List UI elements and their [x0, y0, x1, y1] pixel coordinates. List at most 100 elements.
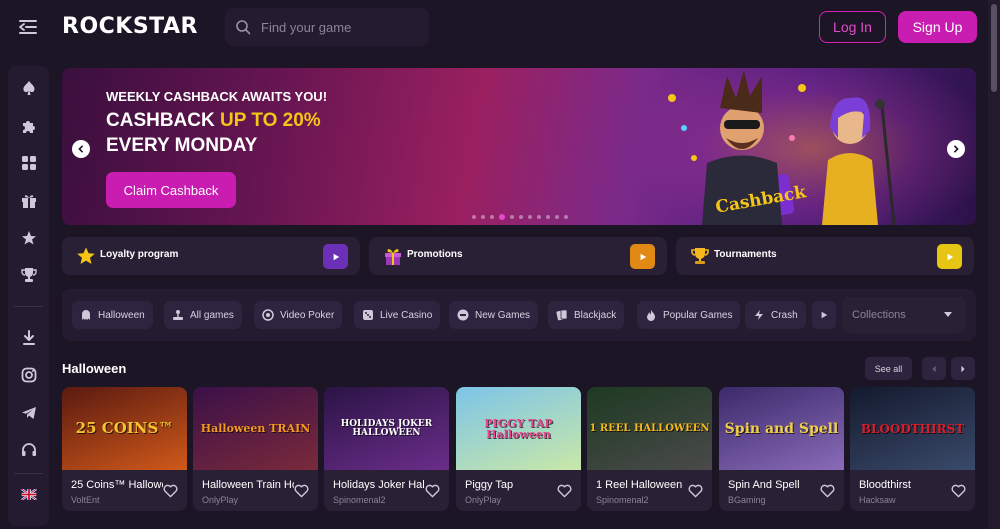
star-icon	[77, 247, 95, 264]
scrollbar-thumb[interactable]	[991, 4, 997, 92]
favorite-heart-icon[interactable]	[820, 484, 835, 498]
trophy-icon[interactable]	[20, 266, 38, 284]
search-box[interactable]	[225, 8, 429, 46]
chevron-left-icon	[78, 145, 84, 153]
game-thumbnail[interactable]: 1 REEL HALLOWEEN	[587, 387, 712, 470]
pagination-dot[interactable]	[490, 215, 494, 219]
grid-icon[interactable]	[20, 154, 38, 172]
game-thumbnail[interactable]: Halloween TRAIN	[193, 387, 318, 470]
hero-banner[interactable]: Cashback WEEKLY CASHBACK AWAITS YOU! CAS…	[62, 68, 976, 225]
sidebar	[8, 66, 49, 526]
category-live-casino[interactable]: Live Casino	[354, 301, 441, 329]
pagination-dot[interactable]	[537, 215, 541, 219]
category-label: Blackjack	[574, 309, 617, 321]
category-label: Crash	[771, 309, 798, 321]
game-card[interactable]: HOLIDAYS JOKER HALLOWEEN Holidays Joker H…	[324, 387, 449, 511]
category-halloween[interactable]: Halloween	[72, 301, 153, 329]
pagination-dot[interactable]	[481, 215, 485, 219]
category-new-games[interactable]: New Games	[449, 301, 539, 329]
category-popular-games[interactable]: Popular Games	[637, 301, 741, 329]
categories-next-button[interactable]	[812, 301, 836, 329]
gift-icon[interactable]	[20, 192, 38, 210]
favorite-heart-icon[interactable]	[951, 484, 966, 498]
star-icon[interactable]	[20, 229, 38, 247]
game-thumbnail[interactable]: PIGGY TAP Halloween	[456, 387, 581, 470]
favorite-heart-icon[interactable]	[294, 484, 309, 498]
game-card[interactable]: Spin and Spell Spin And Spell BGaming	[719, 387, 844, 511]
top-bar: ROCKSTAR Log In Sign Up	[0, 0, 1000, 56]
category-all-games[interactable]: All games	[164, 301, 242, 329]
login-button[interactable]: Log In	[819, 11, 886, 43]
flame-icon	[647, 310, 655, 321]
game-thumbnail[interactable]: BLOODTHIRST	[850, 387, 975, 470]
uk-flag-icon[interactable]	[20, 485, 38, 503]
category-blackjack[interactable]: Blackjack	[548, 301, 625, 329]
game-card[interactable]: Halloween TRAIN Halloween Train Hold & Wi…	[193, 387, 318, 511]
game-name[interactable]: Bloodthirst	[859, 479, 951, 491]
game-card[interactable]: PIGGY TAP Halloween Piggy Tap OnlyPlay	[456, 387, 581, 511]
search-input[interactable]	[261, 19, 421, 35]
pagination-dot[interactable]	[499, 214, 505, 220]
pagination-dot[interactable]	[555, 215, 559, 219]
collections-placeholder: Collections	[852, 309, 906, 321]
pagination-dot[interactable]	[472, 215, 476, 219]
game-name[interactable]: Piggy Tap	[465, 479, 557, 491]
game-name[interactable]: 1 Reel Halloween	[596, 479, 688, 491]
game-logo-text: 1 REEL HALLOWEEN	[589, 422, 710, 434]
rockstar-logo[interactable]: ROCKSTAR	[62, 14, 198, 39]
game-thumbnail[interactable]: HOLIDAYS JOKER HALLOWEEN	[324, 387, 449, 470]
banner-title: CASHBACK UP TO 20%	[106, 110, 321, 132]
pagination-dot[interactable]	[546, 215, 550, 219]
carousel-next-button[interactable]	[951, 357, 975, 380]
promo-promotions[interactable]: Promotions	[369, 237, 667, 275]
spade-icon[interactable]	[20, 79, 38, 97]
gift-icon	[385, 249, 401, 265]
headset-icon[interactable]	[20, 441, 38, 459]
carousel-prev-button[interactable]	[922, 357, 946, 380]
download-icon[interactable]	[20, 329, 38, 347]
favorite-heart-icon[interactable]	[163, 484, 178, 498]
game-name[interactable]: Spin And Spell	[728, 479, 820, 491]
category-crash[interactable]: Crash	[745, 301, 806, 329]
collections-dropdown[interactable]: Collections	[842, 297, 966, 333]
puzzle-icon[interactable]	[20, 117, 38, 135]
game-provider: Spinomenal2	[596, 495, 649, 505]
signup-button[interactable]: Sign Up	[898, 11, 977, 43]
play-arrow-icon	[640, 253, 646, 260]
chevron-right-icon	[961, 365, 965, 372]
pagination-dot[interactable]	[510, 215, 514, 219]
banner-prev-button[interactable]	[72, 140, 90, 158]
banner-next-button[interactable]	[947, 140, 965, 158]
favorite-heart-icon[interactable]	[425, 484, 440, 498]
game-thumbnail[interactable]: 25 COINS™	[62, 387, 187, 470]
game-card[interactable]: BLOODTHIRST Bloodthirst Hacksaw	[850, 387, 975, 511]
banner-title-text: CASHBACK	[106, 110, 220, 131]
pagination-dot[interactable]	[564, 215, 568, 219]
promo-arrow-button[interactable]	[323, 244, 348, 269]
game-card[interactable]: 1 REEL HALLOWEEN 1 Reel Halloween Spinomen…	[587, 387, 712, 511]
category-video-poker[interactable]: Video Poker	[254, 301, 343, 329]
promo-loyalty-program[interactable]: Loyalty program	[62, 237, 360, 275]
favorite-heart-icon[interactable]	[688, 484, 703, 498]
promo-arrow-button[interactable]	[630, 244, 655, 269]
game-name[interactable]: 25 Coins™ Halloween Jackpots	[71, 479, 163, 491]
category-label: Live Casino	[380, 309, 433, 321]
telegram-icon[interactable]	[20, 404, 38, 422]
promo-tournaments[interactable]: Tournaments	[676, 237, 974, 275]
play-arrow-icon	[947, 253, 953, 260]
claim-cashback-button[interactable]: Claim Cashback	[106, 172, 236, 208]
play-arrow-icon	[333, 253, 339, 260]
caret-down-icon	[944, 312, 952, 317]
favorite-heart-icon[interactable]	[557, 484, 572, 498]
game-name[interactable]: Holidays Joker Halloween	[333, 479, 425, 491]
pagination-dot[interactable]	[528, 215, 532, 219]
see-all-button[interactable]: See all	[865, 357, 912, 380]
game-card[interactable]: 25 COINS™ 25 Coins™ Halloween Jackpots Vol…	[62, 387, 187, 511]
menu-toggle-icon[interactable]	[18, 18, 38, 36]
game-name[interactable]: Halloween Train Hold & Win	[202, 479, 294, 491]
game-thumbnail[interactable]: Spin and Spell	[719, 387, 844, 470]
instagram-icon[interactable]	[20, 366, 38, 384]
play-arrow-icon	[821, 311, 828, 319]
promo-arrow-button[interactable]	[937, 244, 962, 269]
pagination-dot[interactable]	[519, 215, 523, 219]
